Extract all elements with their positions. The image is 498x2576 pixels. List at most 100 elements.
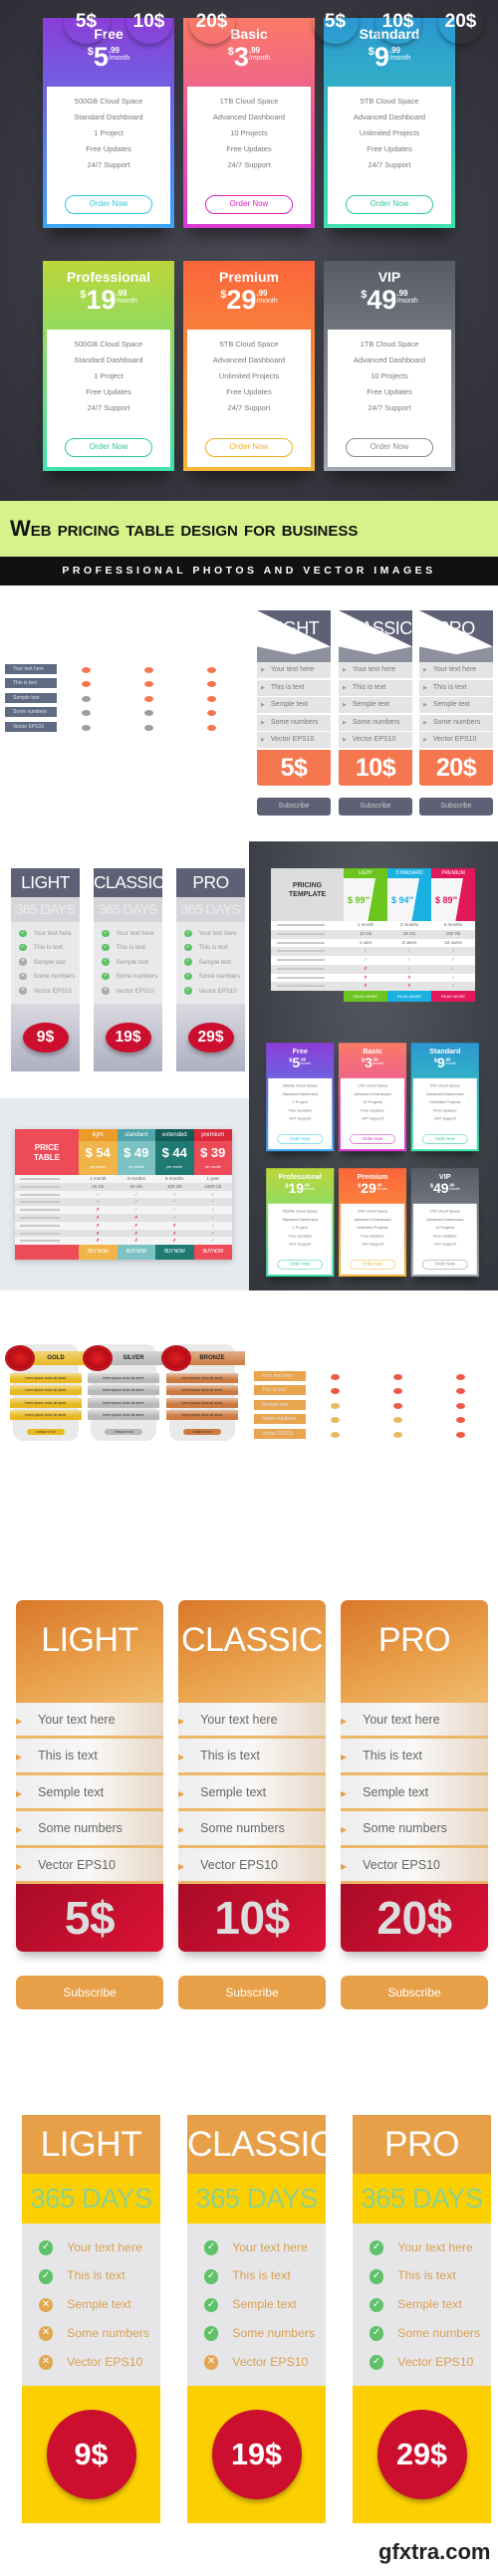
row-arrow-icon: ▶ [16,1825,23,1835]
order-now-button[interactable]: Order Now [205,438,293,457]
plan-price: $49.99/month [411,1181,479,1197]
read-more-button[interactable]: READ MORE [431,991,475,1002]
subscribe-button[interactable]: Subscribe [339,798,412,816]
feature-item: ✓ This is text [203,2261,326,2290]
cell-value: ✓ [451,974,455,980]
cell-value: ✗ [407,974,411,980]
cell-value: ✓ [172,1215,177,1220]
price-amount: $ 49 [117,1141,155,1165]
order-now-button[interactable]: Order Now [277,1134,323,1144]
cross-icon: ✕ [38,2297,54,2313]
subscribe-button[interactable]: Subscribe [257,798,331,816]
price-badge: 10$ [126,0,172,44]
price-amount: 5$ [257,750,331,786]
table-row: ▶ This is text [257,679,331,696]
plan-name: Premium [357,1172,388,1181]
order-now-button[interactable]: Order Now [65,195,152,214]
plan-name: standard [117,1129,155,1141]
plan-price: $ 9499 [387,878,431,921]
order-now-button[interactable]: ORDER NOW [105,1429,142,1435]
table-row: ▶ Some numbers [339,714,412,731]
row-arrow-icon: ▶ [343,737,347,744]
feature-item: Free Updates [361,1107,384,1113]
order-now-button[interactable]: Order Now [346,195,433,214]
order-now-button[interactable]: Order Now [277,1260,323,1270]
order-now-button[interactable]: Order Now [346,438,433,457]
cell-value: 3 months [399,922,419,927]
feature-item: ✓ Your text here [38,2233,160,2262]
feature-text: Your text here [198,929,237,937]
price-suffix: .99/month [116,290,136,306]
plan-name: Basic [363,1047,382,1055]
buy-now-button[interactable]: BUY NOW [79,1245,118,1260]
order-now-button[interactable]: Order Now [350,1134,395,1144]
feature-text: Semple text [432,701,470,709]
row-label [277,967,325,970]
order-now-button[interactable]: ORDER NOW [27,1429,65,1435]
cell-value: ✗ [172,1230,177,1236]
read-more-button[interactable]: READ MORE [344,991,387,1002]
plan-price: $49.99/month [324,285,455,316]
order-now-button[interactable]: ORDER NOW [183,1429,221,1435]
order-now-button[interactable]: Order Now [205,195,293,214]
feature-item: 24/7 Support [361,1116,384,1121]
cell-value: 10 Gb [359,930,373,936]
price-cents: .99 [396,289,408,298]
price-cents: .99 [248,46,260,55]
check-icon: ✓ [369,2268,384,2284]
check-icon: ✓ [184,944,192,952]
feature-list: 5TB Cloud Space Advanced Dashboard Unlimit… [412,1077,477,1150]
pricing-card: VIP $49.99/month 1TB Cloud Space Advanced D… [410,1168,479,1278]
read-more-button[interactable]: READ MORE [387,991,431,1002]
features: 5TB Cloud Space Advanced Dashboard Unlimit… [341,1204,404,1249]
price-area: 29$ [176,1004,245,1071]
feature-text: Vector EPS10 [200,1857,278,1872]
pricing-card: Premium $29.99/month 5TB Cloud Space Advanc… [183,261,315,471]
price-suffix: .99/month [445,1057,456,1065]
order-now-button[interactable]: Order Now [350,1260,395,1270]
cell-value: 10 users [444,939,462,945]
features: 500GB Cloud Space Standard Dashboard 1 Pro… [47,87,170,173]
subscribe-button[interactable]: Subscribe [178,1976,326,2009]
cell-value: ✗ [96,1230,101,1236]
check-icon: ✓ [369,2240,384,2255]
row-label [277,959,325,961]
subscribe-button[interactable]: Subscribe [16,1976,163,2009]
row-label [277,976,325,979]
feature-item: Unlimited Projects [218,371,280,380]
subscribe-button[interactable]: Subscribe [419,798,493,816]
feature-list: 500GB Cloud Space Standard Dashboard 1 Pro… [268,1077,333,1150]
subscribe-button[interactable]: Subscribe [341,1976,488,2009]
order-now-button[interactable]: Order Now [422,1260,468,1270]
buy-now-button[interactable]: BUY NOW [193,1245,232,1260]
table-row: ▶ Semple text [178,1774,326,1812]
feature-item: lorem ipsum dolor sit amet. [88,1409,159,1420]
table-row: ✗ ✗ ✓ ✓ [15,1214,232,1222]
price-badge: 5$ [313,0,359,44]
pricing-card: VIP $49.99/month 1TB Cloud Space Advanced D… [324,261,455,471]
cell-value: ✓ [133,1191,138,1197]
buy-row-spacer [15,1245,79,1260]
price-amount: 49 [367,285,397,315]
plan-header-pro: PRO [444,1328,477,1345]
currency: $ [220,289,227,301]
feature-text: This is text [67,2268,125,2283]
order-now-button[interactable]: Order Now [422,1134,468,1144]
dot-included-icon [144,667,153,673]
buy-now-button[interactable]: BUY NOW [117,1245,155,1260]
cell-value: 1 year [206,1176,219,1181]
buy-now-button[interactable]: BUY NOW [155,1245,194,1260]
plan-header: PRO [419,610,493,662]
currency: $ [285,1182,289,1189]
plan-header: LIGHT [257,610,331,662]
order-now-button[interactable]: Order Now [65,438,152,457]
check-icon: ✓ [184,972,192,981]
feature-text: Your text here [116,929,154,937]
feature-item: Free Updates [288,1233,312,1239]
table-row: ▶ Vector EPS10 [419,732,493,749]
feature-text: Some numbers [200,1821,285,1836]
price-table-title: PRICE TABLE [15,1129,79,1175]
price-per: per month [193,1165,232,1175]
feature-item: Free Updates [361,1233,384,1239]
feature-list: ✓ Your text here ✓ This is text ✕ Semple text… [11,922,80,1004]
